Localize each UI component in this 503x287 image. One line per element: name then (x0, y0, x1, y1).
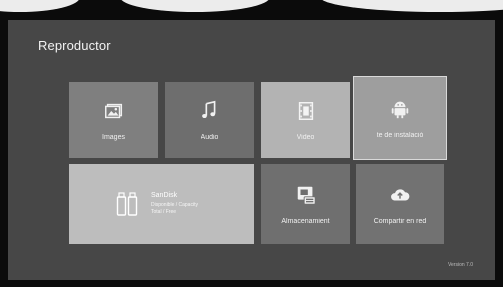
android-icon (391, 101, 409, 118)
image-icon (104, 103, 122, 118)
stage: Reproductor Images Audio Video te de ins… (0, 0, 503, 287)
storage-device-line1: Disponible / Capacity (151, 202, 198, 208)
music-note-icon (201, 100, 215, 118)
page-title: Reproductor (38, 38, 111, 53)
tile-audio[interactable]: Audio (165, 82, 254, 158)
storage-device-info: SanDisk Disponible / Capacity Total / Fr… (151, 192, 198, 216)
tile-storage[interactable]: Almacenamient (261, 164, 350, 244)
tile-share[interactable]: Compartir en red (356, 164, 444, 244)
player-screen: Reproductor Images Audio Video te de ins… (8, 20, 495, 280)
tile-install-label: te de instalació (376, 131, 424, 139)
tile-install[interactable]: te de instalació (353, 76, 447, 160)
tile-share-label: Compartir en red (373, 217, 427, 225)
storage-device-name: SanDisk (151, 192, 178, 199)
tile-video[interactable]: Video (261, 82, 350, 158)
cloud-upload-icon (391, 188, 410, 200)
tile-images-label: Images (102, 133, 125, 141)
storage-device-card[interactable]: SanDisk Disponible / Capacity Total / Fr… (69, 164, 254, 244)
tile-storage-label: Almacenamient (281, 217, 330, 225)
top-blob-left (0, 0, 80, 12)
usb-storage-icon (116, 192, 138, 216)
top-blob-center (120, 0, 270, 12)
storage-device-line2: Total / Free (151, 209, 177, 215)
storage-icon (297, 186, 316, 205)
top-decoration (0, 0, 503, 14)
tile-images[interactable]: Images (69, 82, 158, 158)
top-blob-right (320, 0, 503, 12)
version-label: Version 7.0 (447, 262, 473, 268)
tile-audio-label: Audio (200, 133, 219, 141)
film-icon (298, 101, 313, 120)
tile-video-label: Video (296, 133, 315, 141)
